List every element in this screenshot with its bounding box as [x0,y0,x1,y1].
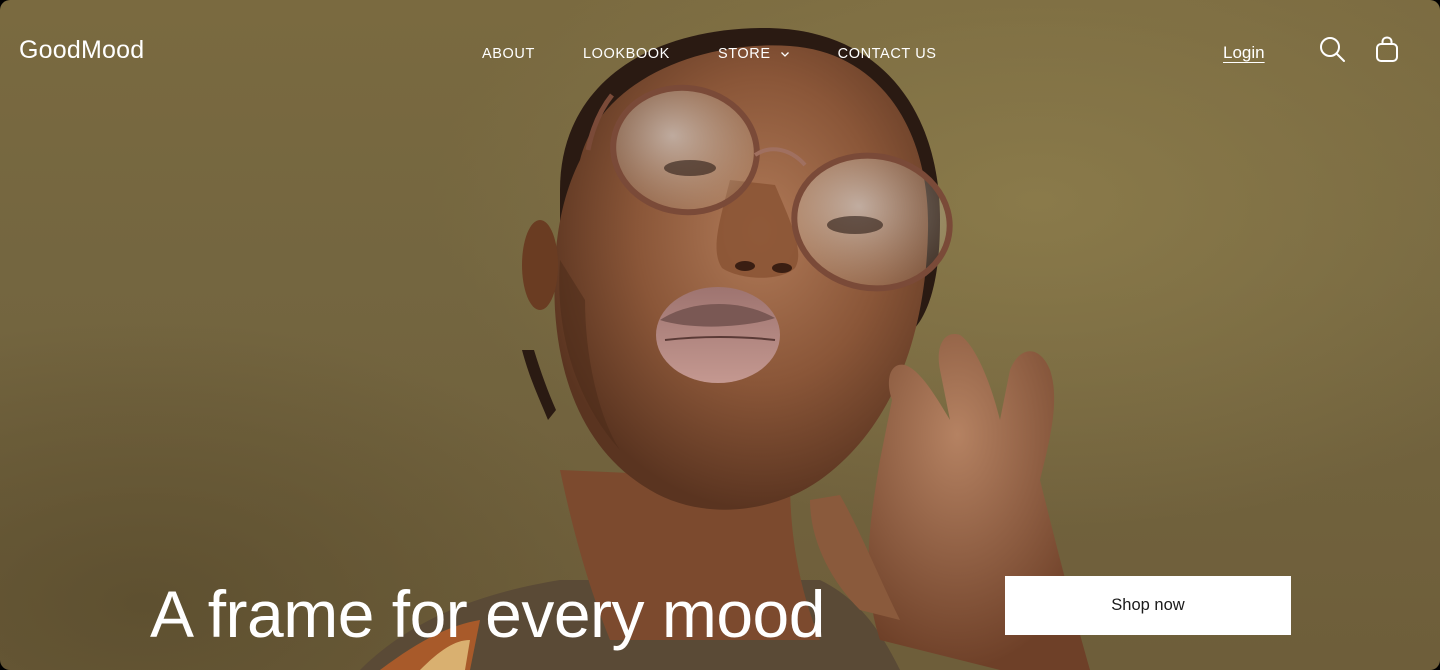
search-icon[interactable] [1318,35,1346,63]
nav-item-store-label: STORE [717,46,771,62]
nav-item-store[interactable]: STORE [718,46,790,62]
shop-now-button[interactable]: Shop now [1005,576,1291,635]
brand-logo[interactable]: GoodMood [19,36,144,65]
hero-image [360,27,1090,670]
chevron-down-icon [780,52,789,57]
nav-item-about[interactable]: ABOUT [482,46,535,62]
nav-item-lookbook[interactable]: LOOKBOOK [583,46,670,62]
hero-headline: A frame for every mood [150,577,825,651]
shopping-bag-icon[interactable] [1374,35,1400,63]
nav-item-contact-us[interactable]: CONTACT US [838,46,937,62]
main-nav: ABOUT LOOKBOOK STORE CONTACT US [482,46,937,62]
page: GoodMood ABOUT LOOKBOOK STORE CONTACT US… [0,0,1440,670]
login-link[interactable]: Login [1223,43,1265,63]
